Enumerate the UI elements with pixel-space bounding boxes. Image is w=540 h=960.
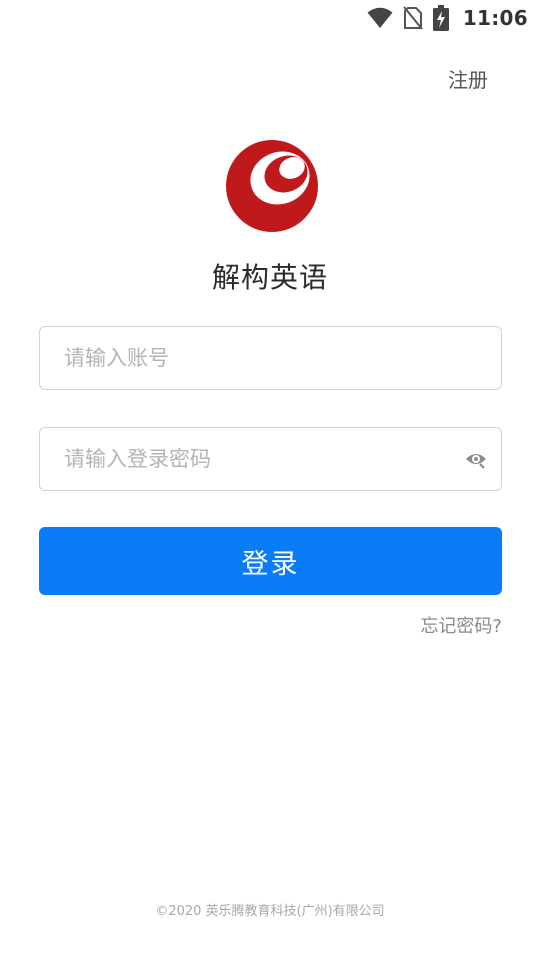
login-screen: 11:06 注册 解构英语 登录 忘记密码? ©2020 英乐腾教育科技(广州)…	[0, 0, 540, 960]
battery-charging-icon	[432, 5, 449, 31]
status-time: 11:06	[462, 6, 528, 30]
app-logo-icon	[226, 140, 318, 232]
copyright-text: ©2020 英乐腾教育科技(广州)有限公司	[155, 904, 385, 919]
eye-icon[interactable]	[465, 448, 487, 470]
password-input[interactable]	[40, 428, 501, 490]
account-input[interactable]	[40, 327, 501, 389]
wifi-icon	[367, 7, 393, 28]
password-field-container	[39, 427, 502, 491]
app-title: 解构英语	[211, 261, 328, 294]
forgot-password-link[interactable]: 忘记密码?	[420, 612, 502, 638]
login-button[interactable]: 登录	[39, 527, 502, 595]
account-field-container	[39, 326, 502, 390]
register-link[interactable]: 注册	[448, 64, 488, 93]
no-sim-icon	[403, 6, 423, 30]
status-bar: 11:06	[0, 0, 540, 36]
